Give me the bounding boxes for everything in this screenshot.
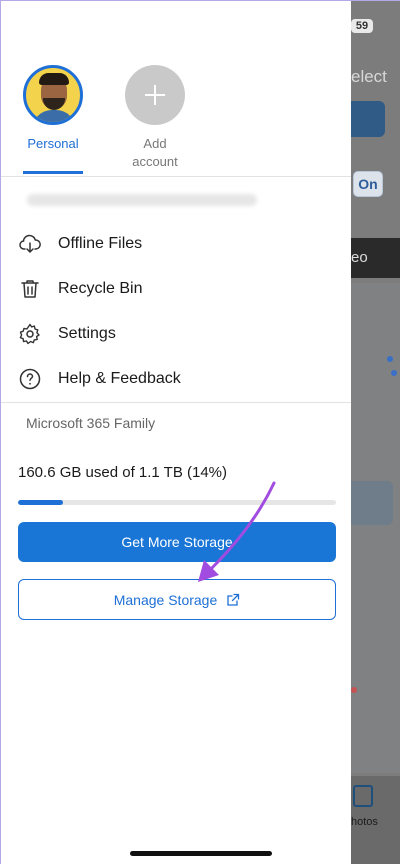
background-red-dot xyxy=(351,687,357,693)
menu-item-help-feedback[interactable]: Help & Feedback xyxy=(1,356,351,401)
storage-usage-text: 160.6 GB used of 1.1 TB (14%) xyxy=(18,464,228,481)
background-content xyxy=(351,283,400,773)
account-label: Personal xyxy=(27,136,79,151)
home-indicator xyxy=(130,851,272,856)
storage-usage-bar xyxy=(18,500,336,505)
photos-tab-label: hotos xyxy=(351,816,378,828)
menu-item-offline-files[interactable]: Offline Files xyxy=(1,221,351,266)
drawer-menu: Offline Files Recycle Bin Settings Help … xyxy=(1,221,351,401)
storage-usage-fill xyxy=(18,500,63,505)
side-drawer: Personal Add account Offline Files Recyc… xyxy=(1,1,351,864)
plan-name: Microsoft 365 Family xyxy=(26,415,156,431)
divider xyxy=(1,402,351,403)
background-select-text: elect xyxy=(351,67,387,86)
get-more-storage-button[interactable]: Get More Storage xyxy=(18,522,336,562)
background-blue-bar xyxy=(351,101,385,137)
manage-storage-label: Manage Storage xyxy=(113,591,218,608)
menu-item-label: Help & Feedback xyxy=(58,369,181,387)
battery-indicator: 59 xyxy=(351,19,373,33)
divider xyxy=(1,176,351,177)
add-account-button[interactable]: Add account xyxy=(113,65,197,171)
photos-icon xyxy=(353,785,373,807)
avatar xyxy=(23,65,83,125)
gear-icon xyxy=(19,323,40,344)
background-toggle-dot xyxy=(387,356,393,362)
background-video-thumbnail: eo xyxy=(351,238,400,278)
trash-icon xyxy=(21,279,39,298)
menu-item-label: Recycle Bin xyxy=(58,279,143,297)
menu-item-label: Settings xyxy=(58,324,116,342)
blurred-email xyxy=(27,194,257,206)
menu-item-settings[interactable]: Settings xyxy=(1,311,351,356)
add-account-label: Add account xyxy=(113,135,197,171)
menu-item-recycle-bin[interactable]: Recycle Bin xyxy=(1,266,351,311)
cloud-download-icon xyxy=(19,234,41,253)
background-on-toggle: On xyxy=(353,171,383,197)
account-personal[interactable]: Personal xyxy=(21,65,85,153)
background-app: 59 elect On eo hotos xyxy=(351,1,400,864)
manage-storage-button[interactable]: Manage Storage xyxy=(18,579,336,620)
selected-account-indicator xyxy=(23,171,83,174)
add-account-label-text: Add account xyxy=(132,136,178,169)
background-toggle-dot xyxy=(391,370,397,376)
help-circle-icon xyxy=(19,368,41,389)
menu-item-label: Offline Files xyxy=(58,234,143,252)
plus-icon xyxy=(125,65,185,125)
account-switcher: Personal Add account xyxy=(1,1,351,176)
external-link-icon xyxy=(227,593,240,606)
background-card xyxy=(351,481,393,525)
